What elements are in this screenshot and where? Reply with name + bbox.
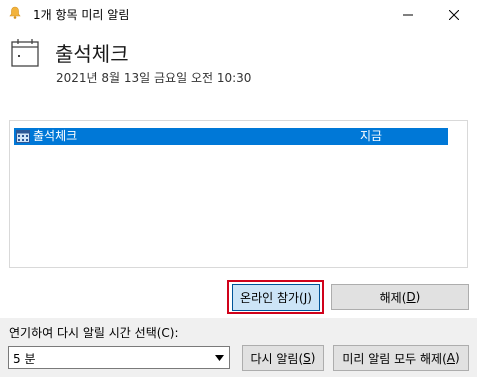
minimize-button[interactable] — [385, 0, 431, 29]
dismiss-all-label-prefix: 미리 알림 모두 해제( — [342, 351, 447, 366]
list-item[interactable]: 출석체크 지금 — [14, 128, 448, 145]
join-online-button[interactable]: 온라인 참가(J) — [232, 284, 320, 311]
list-item-subject: 출석체크 — [33, 129, 78, 143]
snooze-selected-value: 5 분 — [13, 352, 36, 366]
snooze-label-suffix: ) — [310, 351, 316, 365]
bell-icon — [9, 6, 21, 19]
snooze-accesskey: S — [303, 351, 311, 365]
close-icon — [449, 9, 459, 20]
dismiss-label-suffix: ) — [415, 290, 421, 304]
dismiss-all-accesskey: A — [446, 351, 455, 365]
join-online-label-suffix: ) — [307, 290, 312, 305]
minimize-icon — [403, 14, 413, 15]
snooze-label-prefix: 다시 알림( — [250, 351, 304, 366]
reminder-datetime: 2021년 8월 13일 금요일 오전 10:30 — [56, 71, 252, 85]
calendar-small-icon — [16, 130, 30, 143]
dismiss-all-button[interactable]: 미리 알림 모두 해제(A) — [333, 345, 469, 371]
dismiss-accesskey: D — [406, 290, 416, 304]
close-button[interactable] — [431, 0, 477, 29]
reminder-subject: 출석체크 — [55, 42, 129, 66]
dismiss-label-prefix: 해제( — [379, 290, 407, 305]
snooze-label: 연기하여 다시 알릴 시간 선택(C): — [9, 326, 179, 340]
join-online-label-prefix: 온라인 참가( — [240, 291, 304, 305]
reminder-list[interactable]: 출석체크 지금 — [9, 120, 468, 268]
title-bar: 1개 항목 미리 알림 — [0, 0, 477, 29]
dismiss-all-label-suffix: ) — [454, 351, 460, 365]
dismiss-button[interactable]: 해제(D) — [331, 284, 469, 310]
chevron-down-icon — [215, 355, 224, 361]
calendar-icon — [11, 39, 39, 67]
window-title: 1개 항목 미리 알림 — [33, 8, 130, 22]
snooze-button[interactable]: 다시 알림(S) — [242, 345, 324, 371]
snooze-time-select[interactable]: 5 분 — [8, 346, 230, 369]
list-item-due: 지금 — [360, 129, 383, 143]
